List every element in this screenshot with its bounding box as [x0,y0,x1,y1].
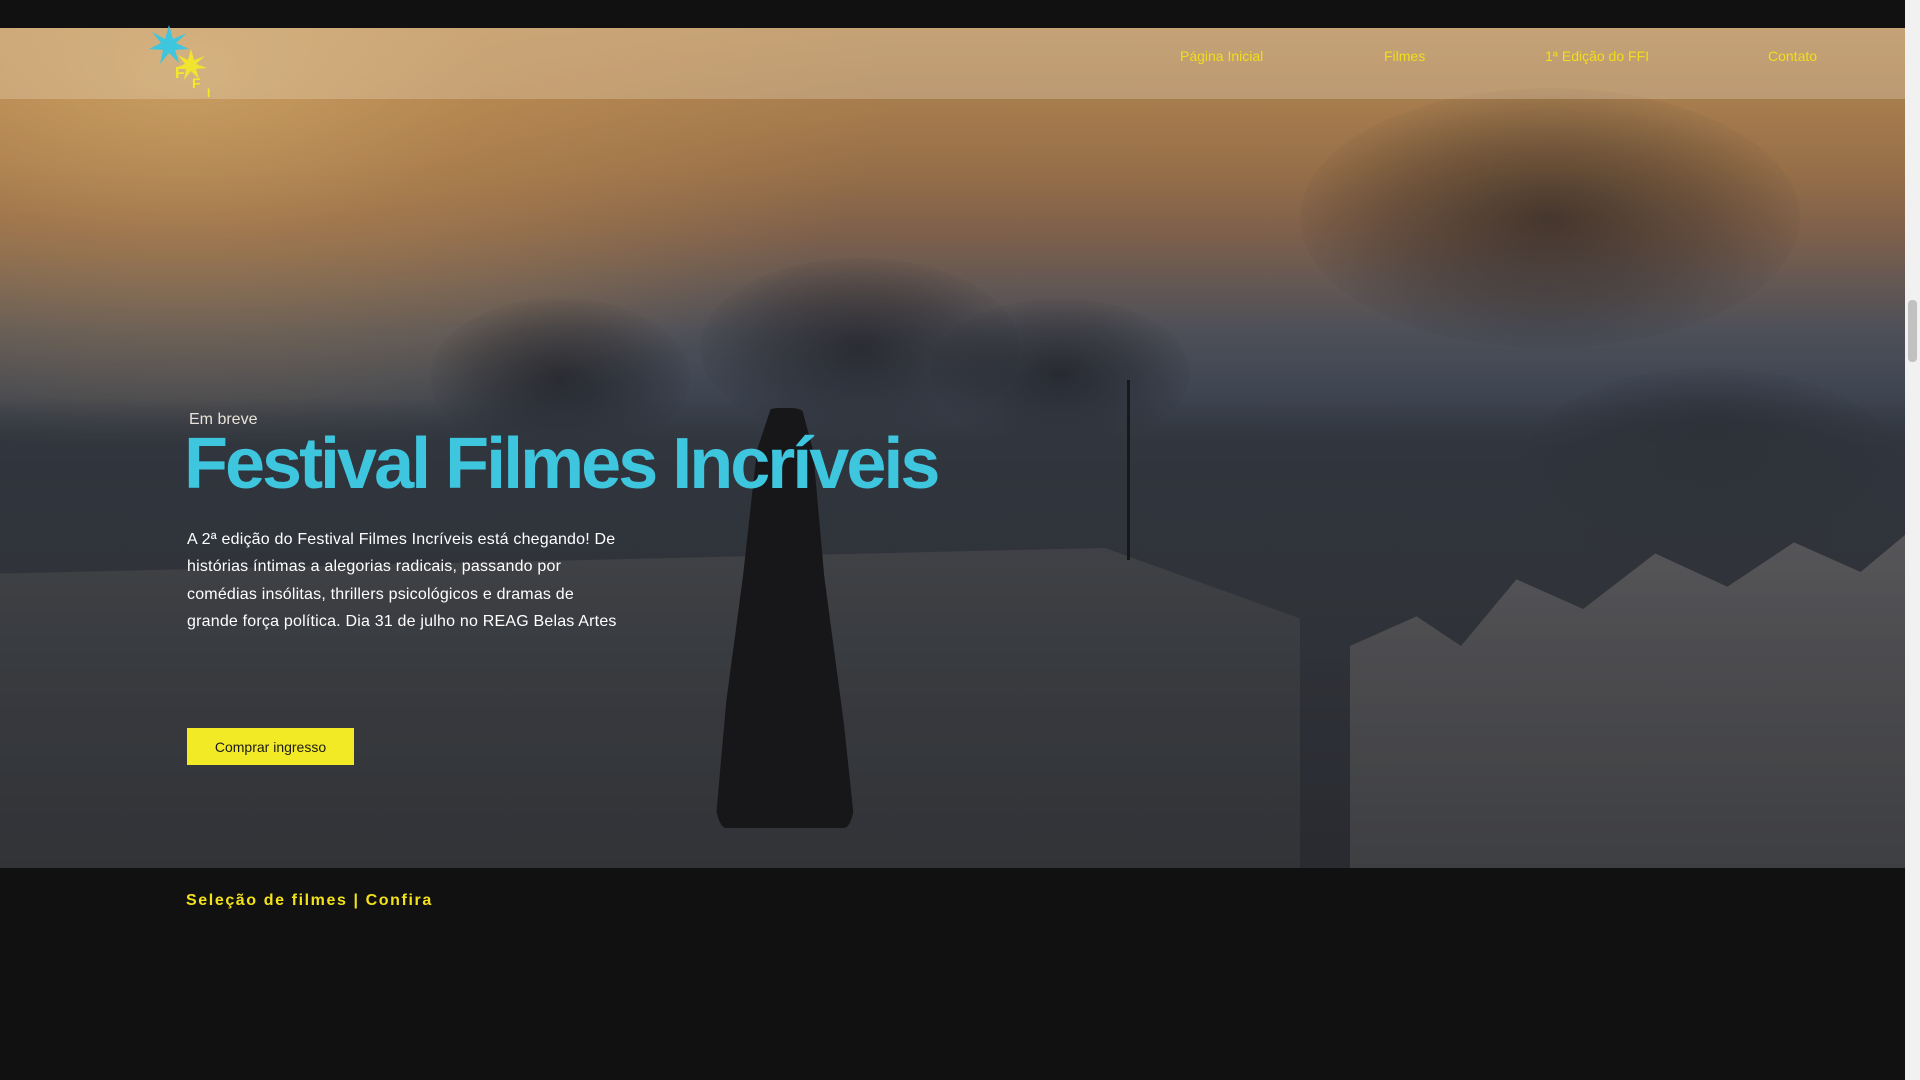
scrollbar-thumb[interactable] [1908,300,1917,362]
nav-films-link[interactable]: Filmes [1384,48,1425,64]
logo-letter-f2: F [192,75,201,91]
logo-letter-f1: F [175,65,185,82]
star-burst-logo-icon: F F I [149,25,210,100]
hero-description: A 2ª edição do Festival Filmes Incríveis… [187,531,617,630]
buy-ticket-button[interactable]: Comprar ingresso [187,728,354,765]
logo-letter-i: I [207,86,210,100]
nav-first-edition-link[interactable]: 1ª Edição do FFI [1545,48,1649,64]
ffi-logo[interactable]: F F I [145,25,230,103]
nav-contact-link[interactable]: Contato [1768,48,1817,64]
section-title-film-selection: Seleção de filmes | Confira [186,892,433,909]
top-strip [0,0,1905,28]
page-title: Festival Filmes Incríveis [184,424,940,504]
page-scrollbar[interactable] [1905,0,1920,1080]
nav-home-link[interactable]: Página Inicial [1180,48,1263,64]
